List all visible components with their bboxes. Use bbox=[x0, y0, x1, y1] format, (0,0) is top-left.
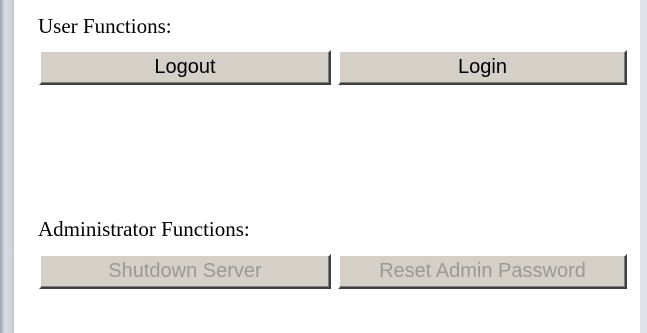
shutdown-server-button[interactable]: Shutdown Server bbox=[39, 254, 331, 289]
functions-panel: User Functions: Logout Login Administrat… bbox=[14, 0, 640, 333]
administrator-functions-heading: Administrator Functions: bbox=[38, 217, 250, 241]
reset-admin-password-button[interactable]: Reset Admin Password bbox=[338, 254, 627, 289]
login-button[interactable]: Login bbox=[338, 50, 627, 85]
logout-button[interactable]: Logout bbox=[39, 50, 331, 85]
window-left-edge bbox=[0, 0, 12, 333]
user-functions-heading: User Functions: bbox=[38, 14, 172, 38]
